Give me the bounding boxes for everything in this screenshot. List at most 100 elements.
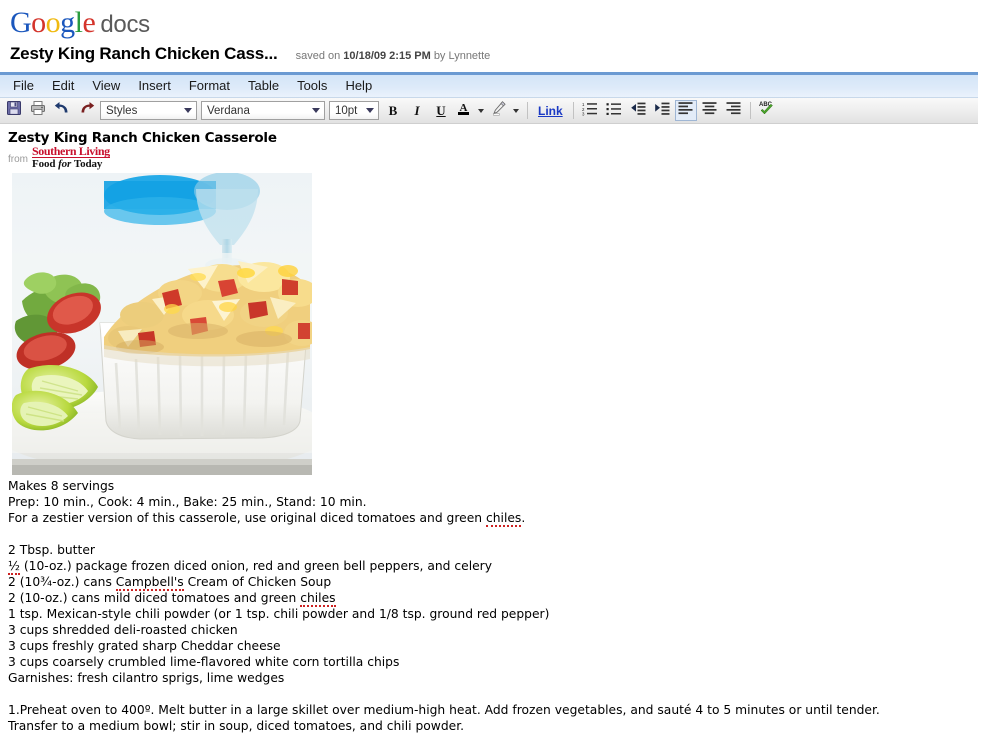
instructions-block: 1.Preheat oven to 400º. Melt butter in a…: [8, 702, 990, 734]
align-center-icon: [702, 101, 717, 120]
google-docs-logo[interactable]: Google docs: [10, 6, 150, 39]
instruction-line: Transfer to a medium bowl; stir in soup,…: [8, 719, 465, 733]
menu-item-view[interactable]: View: [83, 77, 129, 95]
misspelled-word: ½: [8, 559, 20, 575]
menu-item-help[interactable]: Help: [336, 77, 381, 95]
bulleted-list-button[interactable]: [603, 100, 625, 121]
font-size-value: 10pt: [335, 104, 358, 117]
bold-button[interactable]: B: [382, 100, 404, 121]
menu-item-tools[interactable]: Tools: [288, 77, 336, 95]
align-center-button[interactable]: [699, 100, 721, 121]
fft-word-today: Today: [73, 158, 103, 170]
font-family-value: Verdana: [207, 104, 250, 117]
text-color-icon: A: [456, 100, 471, 121]
text-color-button[interactable]: A: [454, 100, 473, 121]
ingredient-item: ½ (10-oz.) package frozen diced onion, r…: [8, 558, 990, 575]
menu-bar: File Edit View Insert Format Table Tools…: [0, 75, 978, 98]
spellcheck-abc-icon: ABC: [758, 100, 776, 121]
document-canvas[interactable]: Zesty King Ranch Chicken Casserole from …: [0, 124, 990, 734]
undo-arrow-icon: [54, 101, 71, 120]
numbered-list-button[interactable]: 1 2 3: [579, 100, 601, 121]
marker-pen-icon: [491, 100, 507, 121]
ingredient-item: 3 cups coarsely crumbled lime-flavored w…: [8, 655, 400, 669]
ingredient-item: Garnishes: fresh cilantro sprigs, lime w…: [8, 671, 285, 685]
text-color-dropdown-arrow[interactable]: [475, 100, 487, 121]
redo-button[interactable]: [75, 100, 97, 121]
instruction-line: 1.Preheat oven to 400º. Melt butter in a…: [8, 703, 880, 717]
logo-letter-g2: g: [60, 6, 75, 39]
chevron-down-icon: [366, 108, 374, 113]
indent-icon: [654, 101, 670, 120]
ingredient-item: 2 (10-oz.) cans mild diced tomatoes and …: [8, 590, 990, 607]
saved-timestamp: 10/18/09 2:15 PM: [343, 50, 431, 62]
ingredient-item: 2 (10¾-oz.) cans Campbell's Cream of Chi…: [8, 574, 990, 591]
font-size-dropdown[interactable]: 10pt: [329, 101, 379, 120]
ingredient-text-post: Cream of Chicken Soup: [183, 575, 332, 589]
outdent-icon: [630, 101, 646, 120]
italic-button[interactable]: I: [406, 100, 428, 121]
align-left-icon: [678, 101, 693, 120]
save-button[interactable]: [3, 100, 25, 121]
southern-living-wordmark: Southern Living: [32, 144, 110, 158]
southern-living-logo: Southern Living Food for Today: [32, 144, 110, 170]
underline-label: U: [436, 102, 446, 118]
note-text-part1: For a zestier version of this casserole,…: [8, 511, 486, 525]
align-left-button[interactable]: [674, 100, 697, 121]
logo-bar: Google docs: [0, 0, 990, 44]
floppy-disk-icon: [6, 100, 22, 121]
ingredient-item: 2 Tbsp. butter: [8, 543, 95, 557]
chevron-down-icon: [477, 108, 484, 113]
menu-item-table[interactable]: Table: [239, 77, 288, 95]
misspelled-word: chiles: [300, 591, 336, 607]
chevron-down-icon: [184, 108, 192, 113]
ingredients-list: 2 Tbsp. butter ½ (10-oz.) package frozen…: [8, 542, 990, 686]
spellcheck-button[interactable]: ABC: [756, 100, 778, 121]
servings-line: Makes 8 servings: [8, 479, 115, 493]
attribution-from-label: from: [8, 154, 28, 165]
highlight-color-dropdown-arrow[interactable]: [510, 100, 522, 121]
redo-arrow-icon: [78, 101, 95, 120]
menu-item-edit[interactable]: Edit: [43, 77, 83, 95]
document-title[interactable]: Zesty King Ranch Chicken Cass...: [10, 44, 278, 64]
styles-dropdown-value: Styles: [106, 104, 138, 117]
outdent-button[interactable]: [627, 100, 649, 121]
font-family-dropdown[interactable]: Verdana: [201, 101, 325, 120]
fft-word-for: for: [58, 158, 74, 170]
toolbar-separator: [749, 102, 751, 119]
align-right-button[interactable]: [723, 100, 745, 121]
ingredient-text-post: (10-oz.) package frozen diced onion, red…: [19, 559, 493, 573]
indent-button[interactable]: [651, 100, 673, 121]
underline-button[interactable]: U: [430, 100, 452, 121]
saved-author-label: by Lynnette: [433, 50, 491, 62]
note-text-part2: .: [521, 511, 526, 525]
numbered-list-icon: 1 2 3: [582, 101, 598, 121]
undo-button[interactable]: [51, 100, 73, 121]
ingredient-text-pre: 2 (10-oz.) cans mild diced tomatoes and …: [8, 591, 301, 605]
svg-text:3: 3: [582, 111, 585, 115]
logo-letter-g1: G: [10, 6, 32, 39]
menu-item-insert[interactable]: Insert: [129, 77, 180, 95]
fft-word-food: Food: [32, 158, 59, 170]
ingredient-text-pre: 2 (10¾-oz.) cans: [8, 575, 116, 589]
menu-item-file[interactable]: File: [4, 77, 43, 95]
styles-dropdown[interactable]: Styles: [100, 101, 197, 120]
misspelled-word: Campbell's: [115, 575, 184, 591]
logo-product-word: docs: [100, 11, 150, 38]
toolbar-separator: [572, 102, 574, 119]
print-button[interactable]: [27, 100, 49, 121]
saved-prefix-label: saved on: [295, 50, 341, 62]
ingredient-item: 3 cups shredded deli-roasted chicken: [8, 623, 238, 637]
source-attribution: from Southern Living Food for Today: [8, 144, 990, 170]
logo-letter-o1: o: [31, 6, 46, 39]
recipe-heading: Zesty King Ranch Chicken Casserole: [8, 130, 277, 146]
menu-item-format[interactable]: Format: [180, 77, 239, 95]
misspelled-word: chiles: [485, 511, 522, 527]
bold-label: B: [388, 102, 398, 118]
logo-letter-o2: o: [45, 6, 61, 39]
food-for-today-wordmark: Food for Today: [32, 158, 110, 170]
ingredient-item: 3 cups freshly grated sharp Cheddar chee…: [8, 639, 281, 653]
insert-link-button[interactable]: Link: [532, 104, 569, 118]
highlight-color-button[interactable]: [489, 100, 508, 121]
align-right-icon: [726, 101, 741, 120]
